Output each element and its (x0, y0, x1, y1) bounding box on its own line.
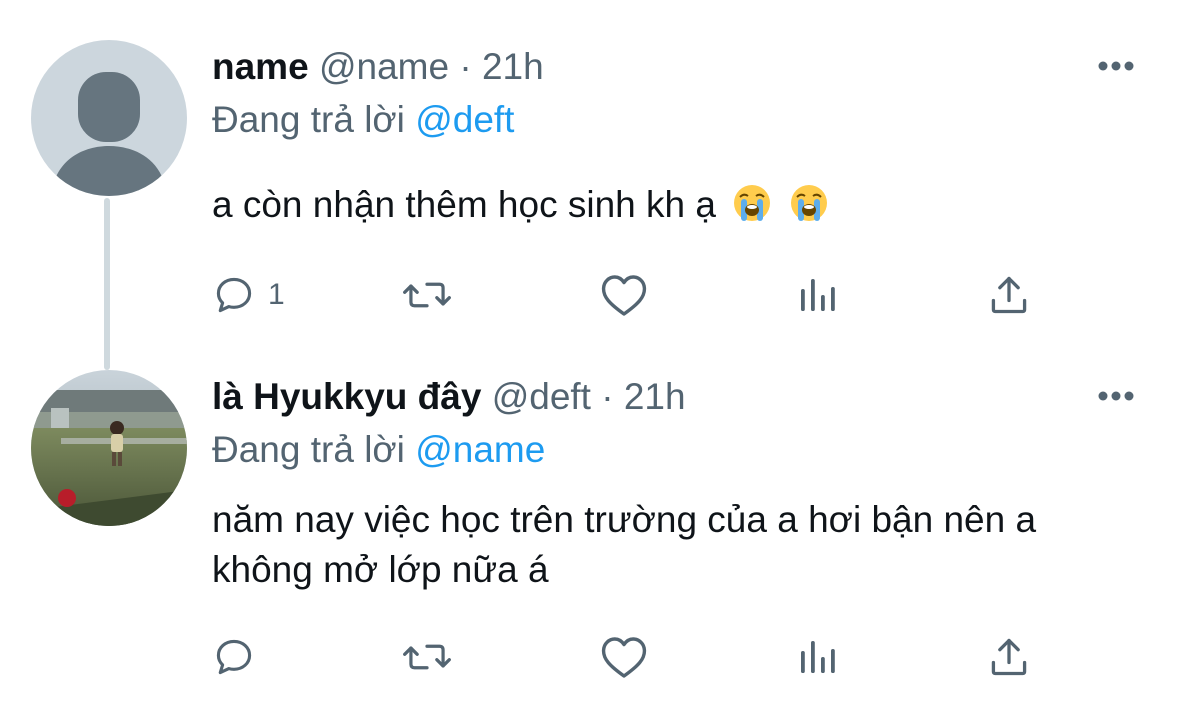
replying-to: Đang trả lời @name (212, 428, 545, 472)
more-options-button[interactable] (1097, 60, 1135, 72)
reply-count: 1 (268, 278, 285, 311)
tweet-text: a còn nhận thêm học sinh kh ạ (212, 180, 1132, 236)
like-button[interactable] (600, 632, 648, 682)
reply-button[interactable] (212, 632, 268, 682)
handle[interactable]: @name (319, 46, 449, 87)
reply-icon (216, 277, 252, 313)
tweet-header: là Hyukkyu đây @deft · 21h (212, 375, 686, 419)
replying-to: Đang trả lời @deft (212, 98, 514, 142)
retweet-button[interactable] (402, 270, 452, 320)
views-icon (801, 641, 835, 673)
display-name[interactable]: name (212, 46, 309, 87)
retweet-icon (403, 644, 451, 670)
display-name[interactable]: là Hyukkyu đây (212, 376, 481, 417)
separator: · (601, 376, 614, 417)
timestamp[interactable]: 21h (482, 46, 544, 87)
separator: · (459, 46, 472, 87)
default-avatar-icon (31, 40, 187, 196)
thread-connector-line (104, 198, 110, 370)
share-icon (991, 638, 1027, 676)
tweet-actions (212, 632, 1042, 682)
replying-to-label: Đang trả lời (212, 429, 405, 470)
loudly-crying-face-icon (732, 183, 772, 236)
more-icon (1098, 391, 1134, 401)
handle[interactable]: @deft (492, 376, 591, 417)
tweet[interactable]: là Hyukkyu đây @deft · 21h Đang trả lời … (0, 350, 1179, 704)
replying-to-label: Đang trả lời (212, 99, 405, 140)
views-button[interactable] (797, 270, 837, 320)
like-button[interactable] (600, 270, 648, 320)
avatar[interactable] (31, 370, 187, 526)
retweet-icon (403, 282, 451, 308)
reply-button[interactable]: 1 (212, 270, 285, 320)
more-icon (1098, 61, 1134, 71)
more-options-button[interactable] (1097, 390, 1135, 402)
tweet[interactable]: name @name · 21h Đang trả lời @deft a cò… (0, 0, 1179, 350)
tweet-actions: 1 (212, 270, 1042, 320)
timestamp[interactable]: 21h (624, 376, 686, 417)
retweet-button[interactable] (402, 632, 452, 682)
views-icon (801, 279, 835, 311)
tweet-header: name @name · 21h (212, 45, 544, 89)
avatar[interactable] (31, 40, 187, 196)
share-button[interactable] (987, 632, 1031, 682)
views-button[interactable] (797, 632, 837, 682)
loudly-crying-face-icon (789, 183, 829, 236)
like-icon (601, 637, 647, 678)
reply-icon (216, 639, 252, 675)
photo-avatar-icon (31, 370, 187, 526)
like-icon (601, 275, 647, 316)
mention-link[interactable]: @name (415, 429, 545, 470)
tweet-text-content: a còn nhận thêm học sinh kh ạ (212, 184, 716, 225)
mention-link[interactable]: @deft (415, 99, 514, 140)
tweet-text: năm nay việc học trên trường của a hơi b… (212, 499, 1037, 590)
share-button[interactable] (987, 270, 1031, 320)
share-icon (991, 276, 1027, 314)
